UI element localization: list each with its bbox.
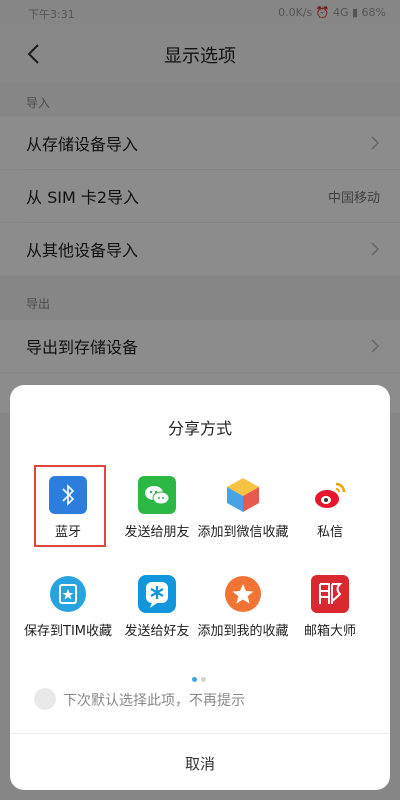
share-item-label: 发送给朋友 <box>124 525 190 540</box>
weibo-icon <box>315 482 346 508</box>
qq-icon <box>138 575 176 613</box>
remember-choice-label: 下次默认选择此项，不再提示 <box>63 693 245 709</box>
share-item-label: 私信 <box>316 525 343 540</box>
share-item-label: 保存到TIM收藏 <box>24 624 112 639</box>
page-dot <box>201 677 206 682</box>
divider <box>10 733 390 734</box>
share-add-to-my-favorites[interactable]: 添加到我的收藏 <box>197 575 289 663</box>
share-item-label: 发送给好友 <box>124 624 190 639</box>
share-send-to-qq-friend[interactable]: 发送给好友 <box>111 575 203 645</box>
share-mail-master[interactable]: 邮箱大师 <box>284 575 376 645</box>
selection-highlight <box>34 465 106 547</box>
share-sheet: 分享方式 蓝牙 发送给朋友 添加到微信收藏 私信 保存到TIM收藏 发送给好友 … <box>10 385 390 790</box>
share-wechat-favorite[interactable]: 添加到微信收藏 <box>197 476 289 564</box>
mail-master-icon <box>311 575 349 613</box>
wechat-favorite-icon <box>227 478 259 512</box>
share-save-to-tim[interactable]: 保存到TIM收藏 <box>22 575 114 663</box>
remember-choice-checkbox[interactable] <box>34 688 56 710</box>
share-item-label: 邮箱大师 <box>303 624 356 639</box>
share-send-to-friend[interactable]: 发送给朋友 <box>111 476 203 546</box>
page-dot-active <box>192 677 197 682</box>
share-sheet-title: 分享方式 <box>167 419 232 438</box>
wechat-icon <box>138 476 176 514</box>
share-item-label: 添加到我的收藏 <box>197 624 289 639</box>
favorites-icon <box>225 576 261 612</box>
share-private-message[interactable]: 私信 <box>284 476 376 546</box>
cancel-button[interactable]: 取消 <box>10 753 390 774</box>
tim-icon <box>50 576 86 612</box>
share-item-label: 添加到微信收藏 <box>197 525 289 540</box>
